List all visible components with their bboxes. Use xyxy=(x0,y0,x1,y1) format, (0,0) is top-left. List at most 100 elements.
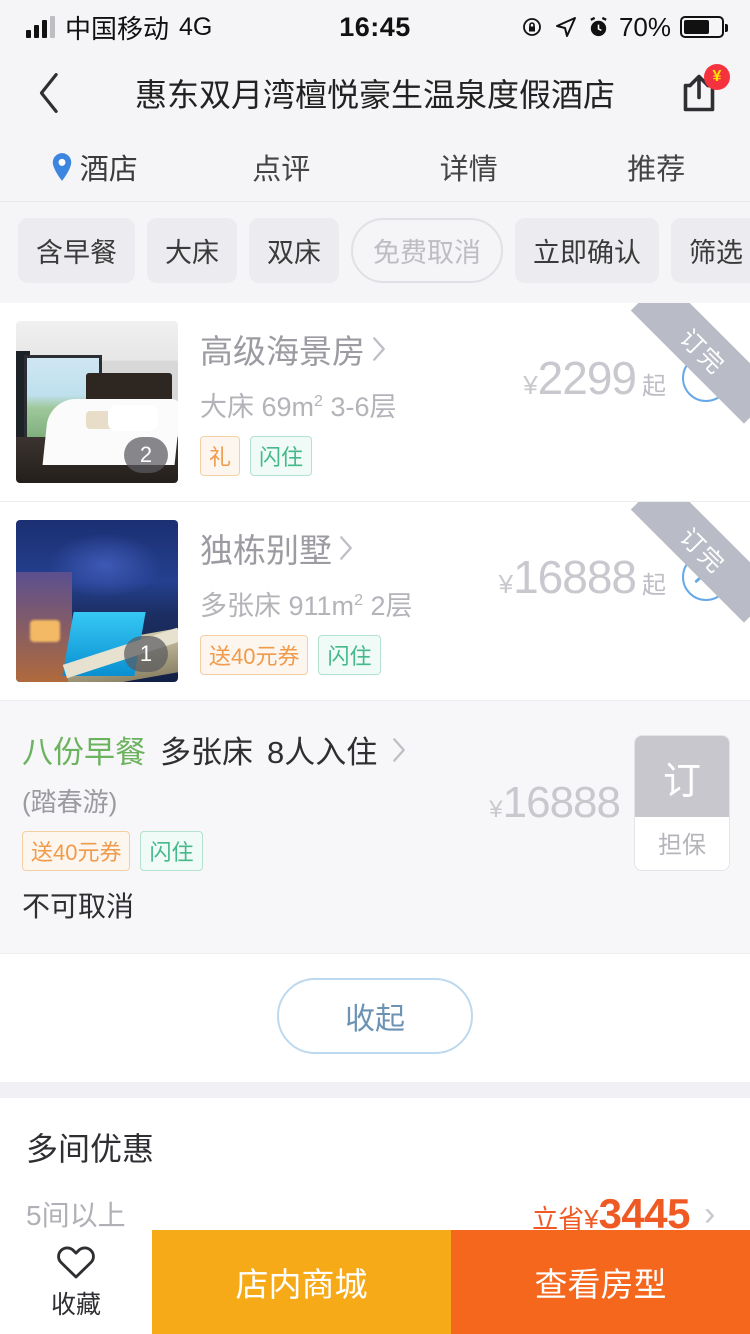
discount-condition: 5间以上 xyxy=(26,1200,126,1231)
tab-details[interactable]: 详情 xyxy=(375,146,563,188)
room-expand-toggle[interactable] xyxy=(682,354,730,402)
room-card-standalone-villa[interactable]: 订完 1 独栋别墅 多张床 911m2 2层 送40元券 闪住 ¥ 16888 … xyxy=(0,502,750,701)
price-suffix: 起 xyxy=(642,373,666,400)
collapse-button[interactable]: 收起 xyxy=(277,978,473,1054)
room-price-block: ¥ 2299 起 xyxy=(523,321,730,405)
favorite-label: 收藏 xyxy=(50,1291,101,1319)
rate-cancel-policy: 不可取消 xyxy=(22,891,135,922)
chevron-down-icon xyxy=(694,372,718,384)
chevron-right-icon: › xyxy=(704,1194,716,1233)
room-price: ¥ 2299 起 xyxy=(523,351,666,405)
share-badge: ¥ xyxy=(704,64,730,90)
book-button-sublabel: 担保 xyxy=(635,817,729,870)
chevron-left-icon xyxy=(39,73,58,113)
photo-count-badge: 2 xyxy=(124,437,168,473)
status-bar-right: 70% xyxy=(411,11,728,43)
room-tag-gift: 礼 xyxy=(200,436,241,476)
filter-chip-twinbed[interactable]: 双床 xyxy=(249,218,339,283)
room-card-superior-seaview[interactable]: 订完 2 高级海景房 大床 69m2 3-6层 礼 闪住 ¥ 2299 起 xyxy=(0,303,750,502)
room-row: 2 高级海景房 大床 69m2 3-6层 礼 闪住 ¥ 2299 起 xyxy=(0,303,750,501)
battery-percent-label: 70% xyxy=(618,11,671,42)
filter-more-button[interactable]: 筛选 xyxy=(671,218,750,283)
room-area: 69m xyxy=(261,392,315,422)
room-thumbnail[interactable]: 2 xyxy=(16,321,178,483)
bottom-action-bar: 收藏 店内商城 查看房型 xyxy=(0,1230,750,1334)
rate-tag-instant-stay: 闪住 xyxy=(140,831,203,871)
clock-label: 16:45 xyxy=(339,11,411,42)
room-bed-type: 大床 xyxy=(200,392,254,422)
price-currency: ¥ xyxy=(523,370,538,400)
rate-plan-row[interactable]: 八份早餐 多张床 8人入住 (踏春游) 送40元券 闪住 不可取消 ¥ 1688… xyxy=(0,701,750,954)
battery-icon xyxy=(680,16,728,38)
room-floor: 3-6层 xyxy=(330,392,397,422)
room-tag-instant-stay: 闪住 xyxy=(250,436,313,476)
room-price-block: ¥ 16888 起 xyxy=(499,520,730,604)
room-area: 911m xyxy=(288,591,355,621)
room-tag-coupon: 送40元券 xyxy=(200,635,309,675)
room-name-label: 独栋别墅 xyxy=(200,532,332,569)
heart-icon xyxy=(57,1246,95,1279)
room-area-unit: 2 xyxy=(314,393,323,410)
rotation-lock-icon xyxy=(523,18,541,36)
book-button-label: 订 xyxy=(635,736,729,817)
room-info: 独栋别墅 多张床 911m2 2层 送40元券 闪住 xyxy=(178,520,499,675)
room-floor: 2层 xyxy=(370,591,413,621)
location-arrow-icon xyxy=(555,17,576,37)
rate-price-currency: ¥ xyxy=(489,796,503,823)
price-suffix: 起 xyxy=(642,572,666,599)
chevron-right-icon xyxy=(373,337,385,361)
filter-more-label: 筛选 xyxy=(689,238,743,268)
discount-title: 多间优惠 xyxy=(26,1131,155,1167)
tab-hotel-label: 酒店 xyxy=(79,153,138,186)
section-gap xyxy=(0,1082,750,1098)
room-name-label: 高级海景房 xyxy=(200,333,365,370)
room-tag-row: 礼 闪住 xyxy=(200,436,523,476)
tab-hotel[interactable]: 酒店 xyxy=(0,146,188,188)
room-tag-row: 送40元券 闪住 xyxy=(200,635,499,675)
tab-details-label: 详情 xyxy=(439,153,498,186)
filter-chip-kingbed[interactable]: 大床 xyxy=(147,218,237,283)
rate-price-amount: 16888 xyxy=(502,778,621,827)
carrier-label: 中国移动 xyxy=(65,13,170,44)
rate-occupancy-label: 8人入住 xyxy=(267,735,378,770)
photo-count-badge: 1 xyxy=(124,636,168,672)
status-bar: 中国移动 4G 16:45 70% xyxy=(0,0,750,54)
rate-bed-label: 多张床 xyxy=(160,735,253,770)
navigation-bar: 惠东双月湾檀悦豪生温泉度假酒店 ¥ xyxy=(0,54,750,132)
rate-price: ¥ 16888 xyxy=(489,778,621,828)
tab-recommend[interactable]: 推荐 xyxy=(563,146,750,188)
book-button[interactable]: 订 担保 xyxy=(634,735,730,871)
tab-reviews[interactable]: 点评 xyxy=(188,146,376,188)
back-button[interactable] xyxy=(26,69,74,117)
room-area-unit: 2 xyxy=(354,592,363,609)
room-meta: 大床 69m2 3-6层 xyxy=(200,385,523,424)
rate-tag-coupon: 送40元券 xyxy=(22,831,131,871)
view-rooms-button[interactable]: 查看房型 xyxy=(451,1230,750,1334)
price-currency: ¥ xyxy=(498,569,514,599)
room-thumbnail[interactable]: 1 xyxy=(16,520,178,682)
filter-chip-breakfast[interactable]: 含早餐 xyxy=(18,218,135,283)
status-bar-left: 中国移动 4G xyxy=(26,9,339,46)
filter-chip-free-cancel[interactable]: 免费取消 xyxy=(351,218,503,283)
chevron-up-icon xyxy=(694,571,718,583)
page-title: 惠东双月湾檀悦豪生温泉度假酒店 xyxy=(134,77,615,113)
room-name-row[interactable]: 高级海景房 xyxy=(200,325,523,373)
room-row: 1 独栋别墅 多张床 911m2 2层 送40元券 闪住 ¥ 16888 起 xyxy=(0,502,750,700)
filter-chip-instant-confirm[interactable]: 立即确认 xyxy=(515,218,659,283)
rate-plan-info: 八份早餐 多张床 8人入住 (踏春游) 送40元券 闪住 不可取消 xyxy=(22,727,489,925)
rate-package-label: (踏春游) xyxy=(22,787,118,817)
room-collapse-toggle[interactable] xyxy=(682,553,730,601)
room-bed-type: 多张床 xyxy=(200,591,281,621)
rate-plan-title-row: 八份早餐 多张床 8人入住 xyxy=(22,727,489,772)
price-amount: 2299 xyxy=(537,352,637,404)
store-mall-button[interactable]: 店内商城 xyxy=(152,1230,451,1334)
room-price: ¥ 16888 起 xyxy=(499,550,666,604)
tab-reviews-label: 点评 xyxy=(252,153,311,186)
map-pin-icon xyxy=(52,152,71,181)
room-name-row[interactable]: 独栋别墅 xyxy=(200,524,499,572)
share-button[interactable]: ¥ xyxy=(674,64,730,118)
room-info: 高级海景房 大床 69m2 3-6层 礼 闪住 xyxy=(178,321,523,476)
network-type-label: 4G xyxy=(179,12,213,41)
app-screen: 中国移动 4G 16:45 70% 惠东双月湾檀悦豪生温泉度假酒店 ¥ 酒店 点… xyxy=(0,0,750,1334)
favorite-button[interactable]: 收藏 xyxy=(0,1230,152,1334)
